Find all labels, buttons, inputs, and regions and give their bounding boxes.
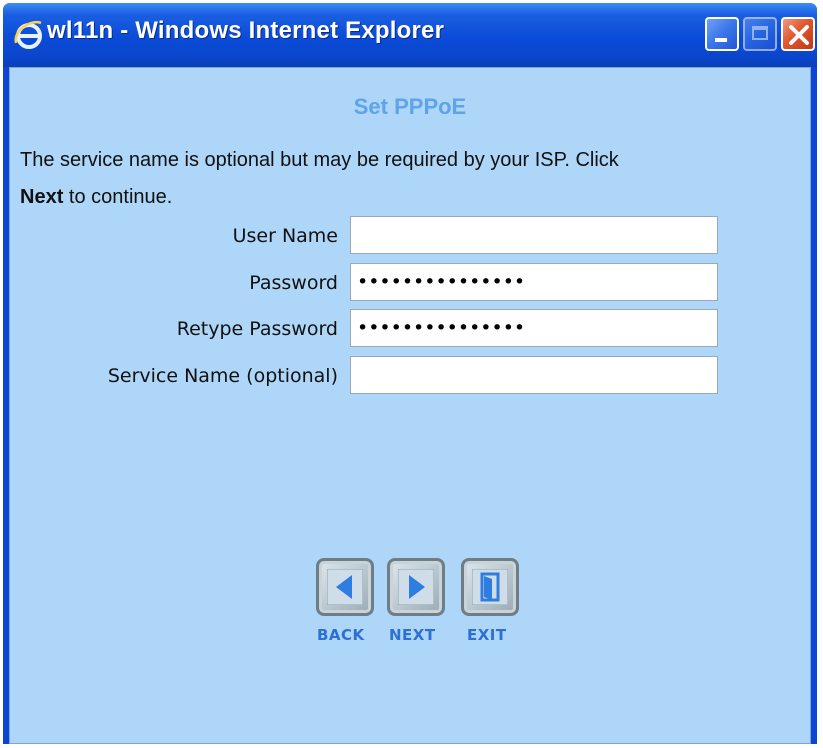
service-name-input[interactable] (350, 356, 718, 394)
back-button[interactable] (316, 558, 374, 616)
retype-password-input[interactable] (350, 309, 718, 347)
page-content: Set PPPoE The service name is optional b… (9, 67, 811, 744)
window-title: wl11n - Windows Internet Explorer (47, 17, 445, 44)
exit-label: EXIT (467, 626, 507, 644)
password-row: Password (10, 263, 810, 301)
retype-password-label: Retype Password (176, 318, 338, 340)
back-arrow-icon (327, 569, 363, 605)
user-name-input[interactable] (350, 216, 718, 254)
close-button[interactable] (781, 17, 815, 51)
password-input[interactable] (350, 263, 718, 301)
exit-door-icon (472, 569, 508, 605)
instructions-part1: The service name is optional but may be … (20, 149, 619, 171)
retype-password-row: Retype Password (10, 309, 810, 347)
ie-icon (14, 20, 42, 49)
service-name-label: Service Name (optional) (107, 365, 338, 387)
next-button[interactable] (387, 558, 445, 616)
user-name-row: User Name (10, 216, 810, 254)
next-label: NEXT (389, 626, 436, 644)
page-title: Set PPPoE (353, 94, 467, 119)
title-bar[interactable]: wl11n - Windows Internet Explorer (3, 3, 817, 67)
close-icon (789, 25, 809, 45)
maximize-button[interactable] (743, 17, 777, 51)
password-label: Password (249, 272, 338, 294)
minimize-button[interactable] (705, 17, 739, 51)
exit-button[interactable] (461, 558, 519, 616)
browser-window: wl11n - Windows Internet Explorer Set PP… (3, 3, 817, 744)
instructions-next-word: Next (20, 186, 64, 208)
instructions-part2: to continue. (68, 186, 173, 208)
back-label: BACK (317, 626, 365, 644)
next-arrow-icon (398, 569, 434, 605)
service-name-row: Service Name (optional) (10, 356, 810, 394)
instructions-text: The service name is optional but may be … (20, 142, 790, 216)
user-name-label: User Name (232, 225, 338, 247)
